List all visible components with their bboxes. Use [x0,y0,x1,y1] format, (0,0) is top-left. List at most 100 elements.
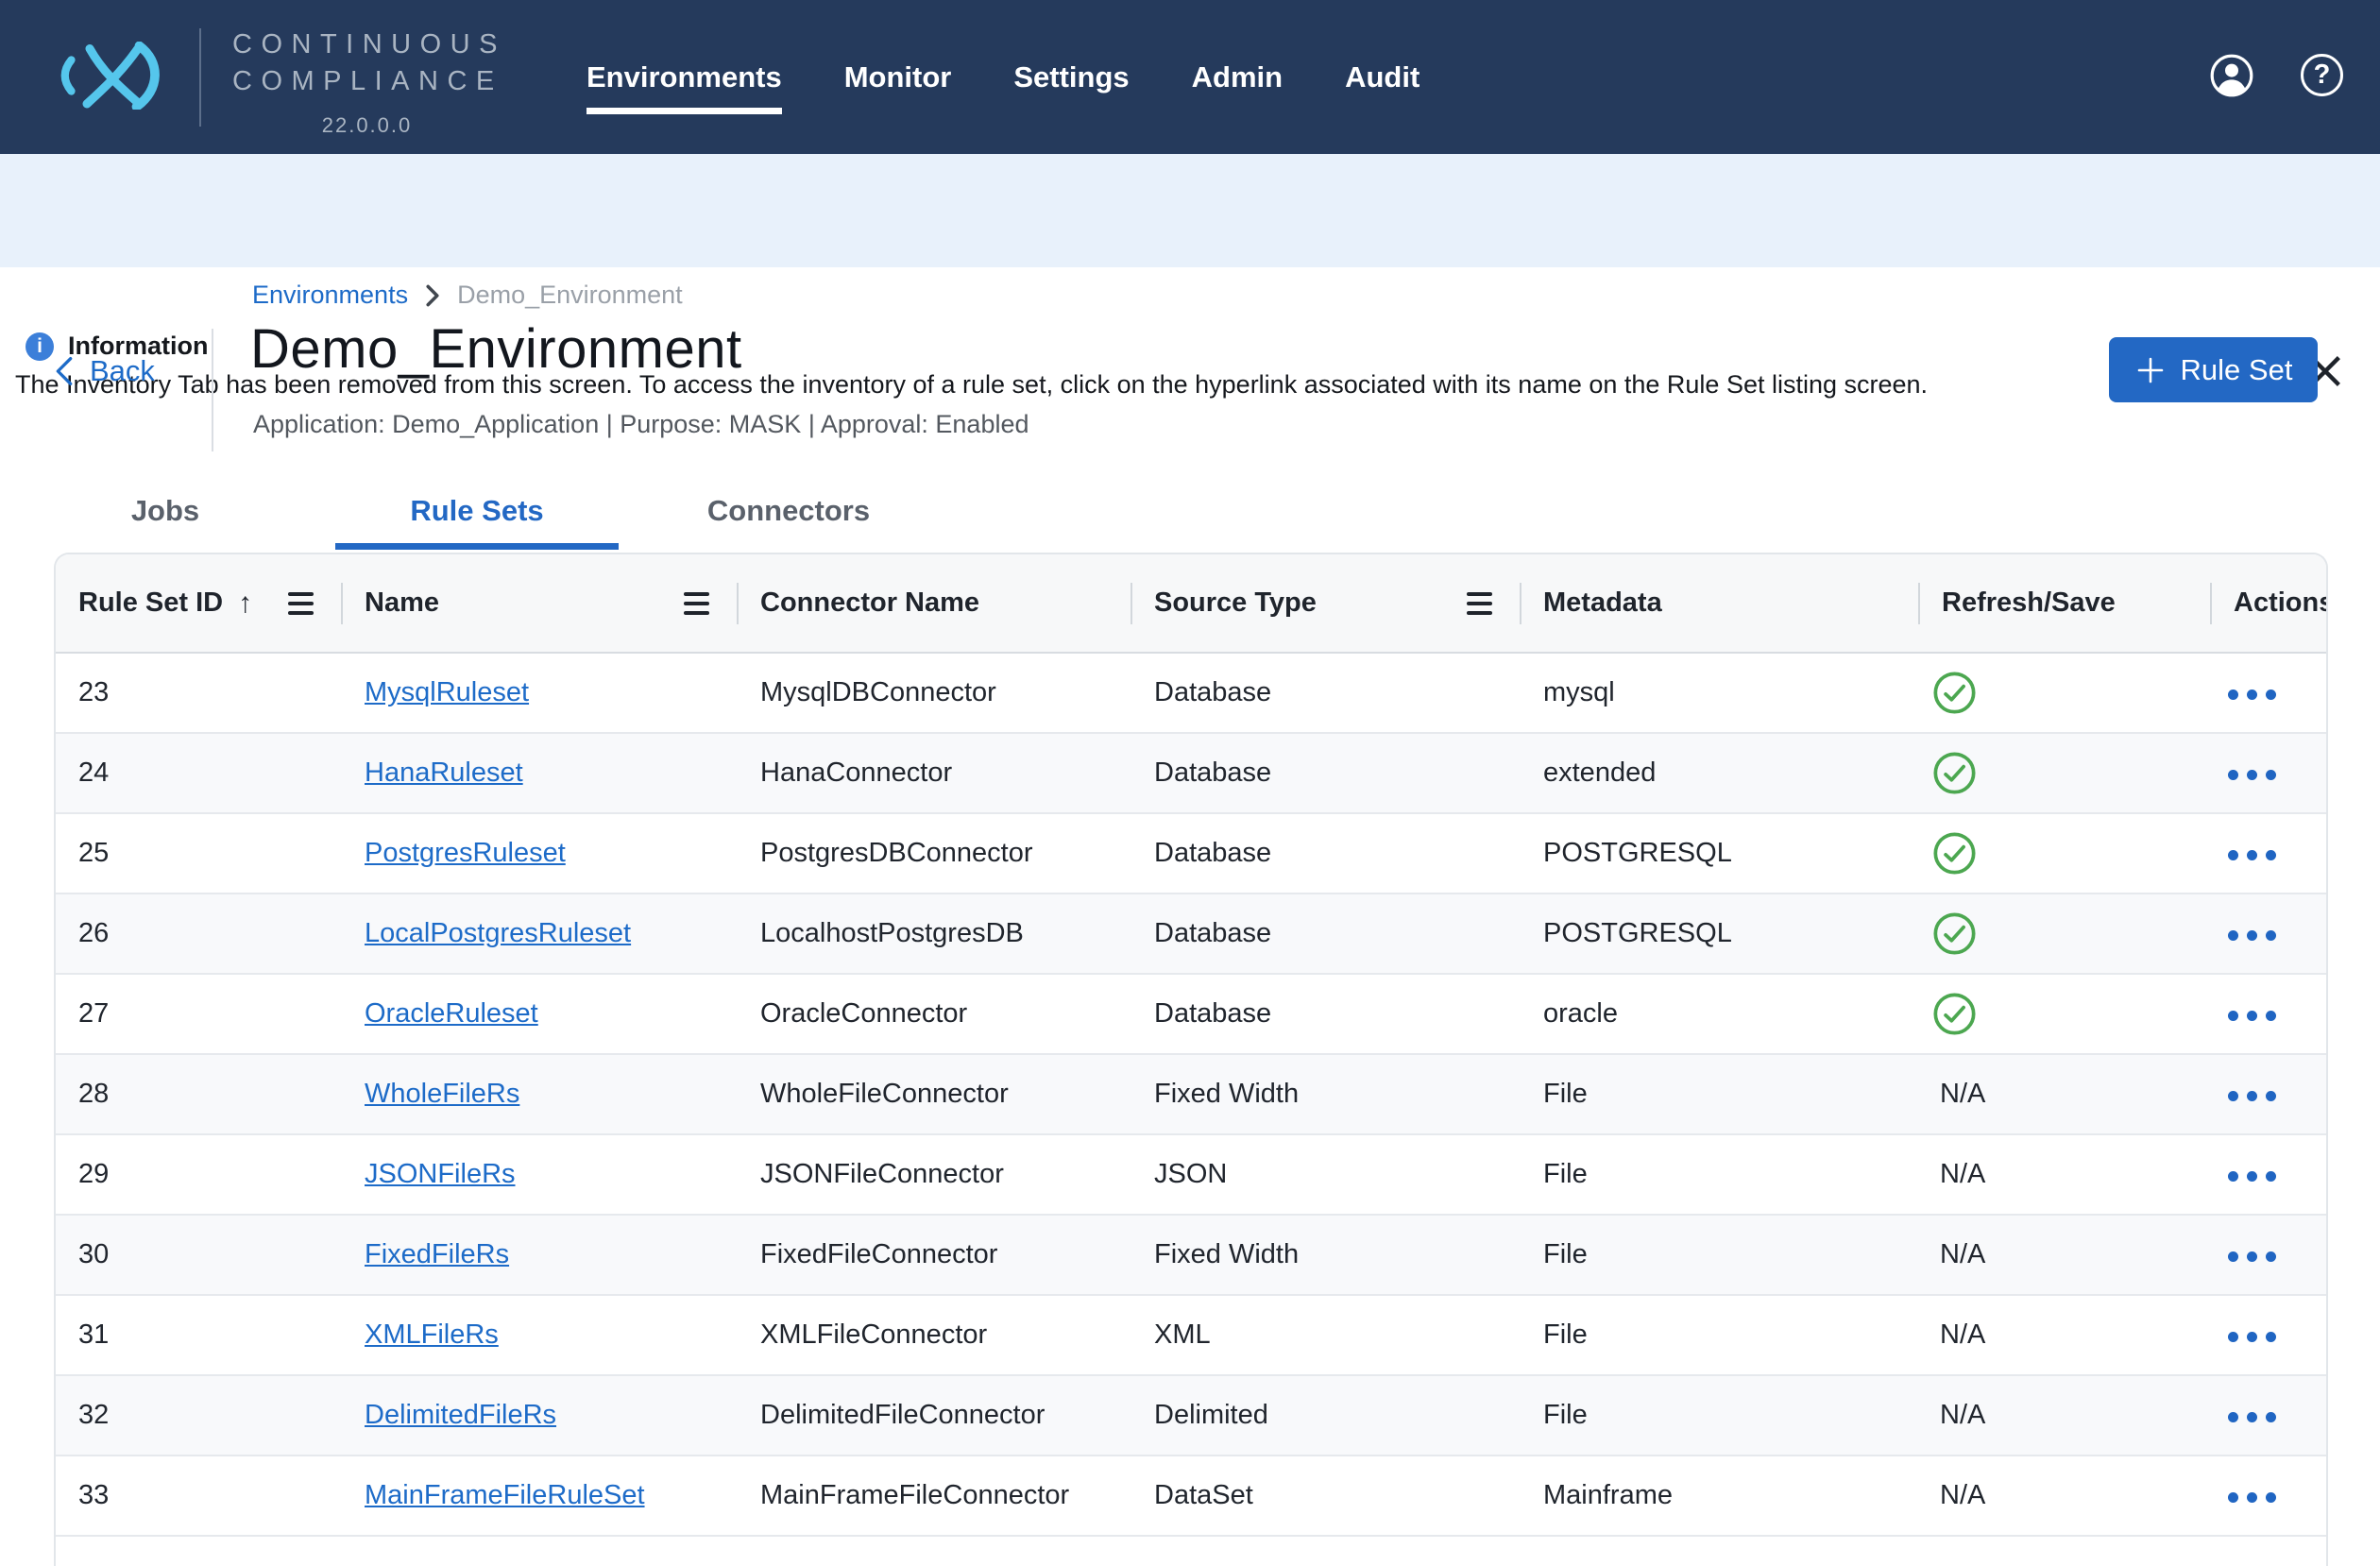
metadata-cell: POSTGRESQL [1521,838,1919,869]
ruleset-id-cell: 31 [56,1319,342,1351]
table-body: 23MysqlRulesetMysqlDBConnectorDatabasemy… [56,654,2326,1537]
column-header-source-type: Source Type [1131,554,1521,652]
actions-menu-button[interactable] [2222,921,2282,950]
source-type-cell: Fixed Width [1131,1239,1521,1270]
source-type-cell: Database [1131,757,1521,789]
plus-icon [2134,354,2167,386]
ruleset-name-cell: FixedFileRs [342,1239,738,1270]
column-header-rule-set-id: Rule Set ID↑ [56,554,342,652]
ruleset-id-cell: 25 [56,838,342,869]
ruleset-name-link[interactable]: LocalPostgresRuleset [365,918,631,948]
refresh-save-cell: N/A [1919,1400,2211,1431]
column-header-refresh-save: Refresh/Save [1919,554,2211,652]
brand-line-2: COMPLIANCE [232,63,506,100]
table-row: 33MainFrameFileRuleSetMainFrameFileConne… [56,1456,2326,1537]
metadata-cell: File [1521,1239,1919,1270]
actions-menu-button[interactable] [2222,1081,2282,1111]
nav-item-environments[interactable]: Environments [586,60,782,94]
table-row: 23MysqlRulesetMysqlDBConnectorDatabasemy… [56,654,2326,734]
source-type-cell: Database [1131,918,1521,949]
actions-cell [2211,837,2326,870]
ruleset-name-link[interactable]: XMLFileRs [365,1319,499,1350]
metadata-cell: oracle [1521,998,1919,1030]
nav-item-admin[interactable]: Admin [1192,60,1283,94]
ruleset-name-cell: HanaRuleset [342,757,738,789]
table-row: 28WholeFileRsWholeFileConnectorFixed Wid… [56,1055,2326,1135]
ruleset-name-link[interactable]: MainFrameFileRuleSet [365,1480,645,1510]
check-circle-icon [1932,831,1977,876]
refresh-save-cell [1919,992,2211,1036]
connector-name-cell: HanaConnector [738,757,1131,789]
add-rule-set-label: Rule Set [2181,353,2293,387]
table-header-row: Rule Set ID↑NameConnector NameSource Typ… [56,554,2326,654]
check-circle-icon [1932,911,1977,956]
ruleset-id-cell: 30 [56,1239,342,1270]
ruleset-id-cell: 28 [56,1079,342,1110]
help-icon[interactable]: ? [2301,54,2343,96]
nav-item-settings[interactable]: Settings [1013,60,1129,94]
column-label: Name [365,587,439,619]
actions-menu-button[interactable] [2222,760,2282,790]
user-account-icon[interactable] [2209,53,2254,101]
ruleset-name-link[interactable]: PostgresRuleset [365,838,566,868]
chevron-right-icon [425,283,440,308]
top-navigation-bar: CONTINUOUS COMPLIANCE 22.0.0.0 Environme… [0,0,2380,154]
refresh-save-cell [1919,831,2211,876]
ruleset-name-link[interactable]: OracleRuleset [365,998,538,1029]
tab-bar: Jobs Rule Sets Connectors [24,478,930,550]
ruleset-name-link[interactable]: MysqlRuleset [365,677,529,707]
column-header-metadata: Metadata [1521,554,1919,652]
actions-menu-button[interactable] [2222,1242,2282,1271]
ruleset-id-cell: 24 [56,757,342,789]
column-menu-icon[interactable] [288,592,314,615]
back-button[interactable]: Back [55,354,155,388]
na-label: N/A [1932,1400,1985,1431]
ruleset-id-cell: 32 [56,1400,342,1431]
nav-item-monitor[interactable]: Monitor [844,60,952,94]
nav-item-audit[interactable]: Audit [1345,60,1420,94]
ruleset-name-link[interactable]: WholeFileRs [365,1079,519,1109]
column-label: Refresh/Save [1942,587,2116,619]
ruleset-name-cell: OracleRuleset [342,998,738,1030]
actions-cell [2211,1319,2326,1352]
actions-menu-button[interactable] [2222,1001,2282,1030]
info-icon: i [26,332,54,361]
source-type-cell: Fixed Width [1131,1079,1521,1110]
ruleset-name-link[interactable]: FixedFileRs [365,1239,509,1269]
ruleset-name-cell: DelimitedFileRs [342,1400,738,1431]
metadata-cell: File [1521,1319,1919,1351]
ruleset-name-link[interactable]: HanaRuleset [365,757,523,788]
ruleset-name-link[interactable]: JSONFileRs [365,1159,516,1189]
column-menu-icon[interactable] [684,592,709,615]
ruleset-name-link[interactable]: DelimitedFileRs [365,1400,556,1430]
app-root: { "header": { "brand_line1": "CONTINUOUS… [0,0,2380,1566]
connector-name-cell: JSONFileConnector [738,1159,1131,1190]
actions-menu-button[interactable] [2222,841,2282,870]
brand-text: CONTINUOUS COMPLIANCE 22.0.0.0 [232,26,506,144]
actions-menu-button[interactable] [2222,1322,2282,1352]
actions-menu-button[interactable] [2222,1403,2282,1432]
connector-name-cell: PostgresDBConnector [738,838,1131,869]
actions-menu-button[interactable] [2222,1162,2282,1191]
source-type-cell: Database [1131,677,1521,708]
tab-rule-sets[interactable]: Rule Sets [335,478,619,550]
chevron-left-icon [55,355,74,387]
connector-name-cell: LocalhostPostgresDB [738,918,1131,949]
ruleset-name-cell: WholeFileRs [342,1079,738,1110]
ruleset-name-cell: JSONFileRs [342,1159,738,1190]
refresh-save-cell: N/A [1919,1319,2211,1351]
actions-menu-button[interactable] [2222,1483,2282,1512]
source-type-cell: DataSet [1131,1480,1521,1511]
table-row: 24HanaRulesetHanaConnectorDatabaseextend… [56,734,2326,814]
column-menu-icon[interactable] [1467,592,1492,615]
actions-menu-button[interactable] [2222,680,2282,709]
connector-name-cell: MainFrameFileConnector [738,1480,1131,1511]
tab-jobs[interactable]: Jobs [24,478,307,550]
breadcrumb-link-environments[interactable]: Environments [252,281,408,310]
refresh-save-cell: N/A [1919,1480,2211,1511]
main-nav: Environments Monitor Settings Admin Audit [586,0,1420,154]
tab-connectors[interactable]: Connectors [647,478,930,550]
sort-ascending-icon[interactable]: ↑ [238,587,252,620]
rule-sets-table: Rule Set ID↑NameConnector NameSource Typ… [54,553,2328,1566]
add-rule-set-button[interactable]: Rule Set [2109,337,2318,402]
